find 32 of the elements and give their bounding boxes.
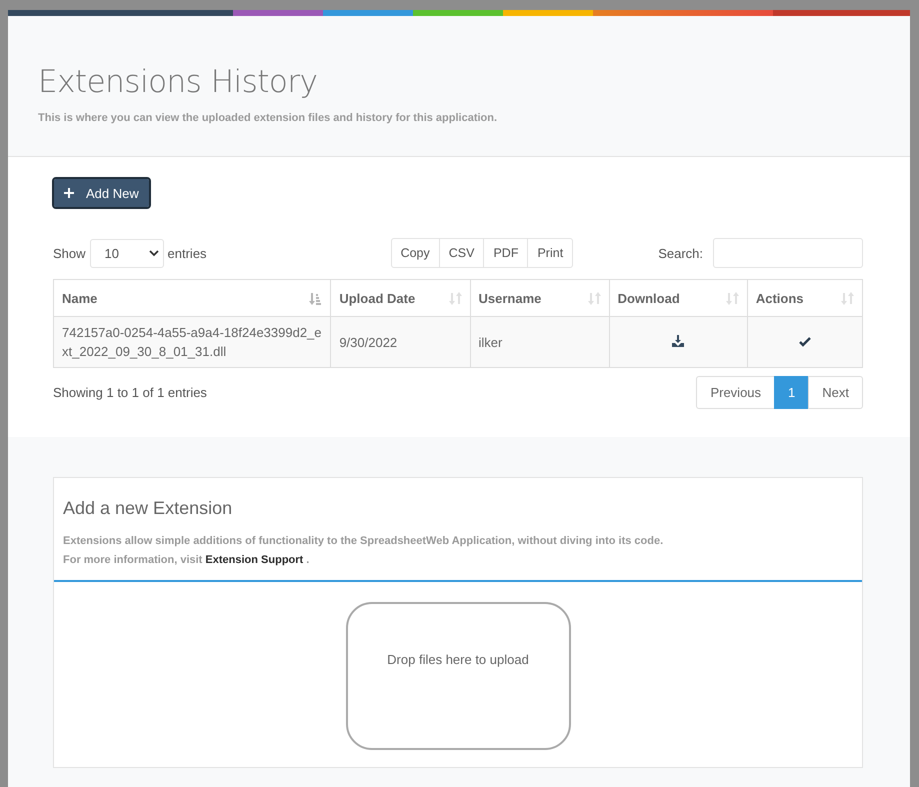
card-more-info: For more information, visit Extension Support . xyxy=(63,553,310,568)
export-button[interactable]: Print xyxy=(527,238,574,268)
column-header[interactable]: Download xyxy=(609,280,748,316)
table-cell: 742157a0-0254-4a55-a9a4-18f24e3399d2_ext_2022_09_30_8_01_31.dll xyxy=(54,316,331,368)
download-icon[interactable] xyxy=(672,334,684,346)
table-info: Showing 1 to 1 of 1 entries xyxy=(53,385,207,400)
file-dropzone[interactable]: Drop files here to upload xyxy=(346,602,570,750)
card-title: Add a new Extension xyxy=(63,498,234,519)
export-button[interactable]: PDF xyxy=(483,238,528,268)
export-button[interactable]: Copy xyxy=(390,238,440,268)
page-button[interactable]: Next xyxy=(808,376,863,409)
entries-label: entries xyxy=(168,246,207,260)
check-icon[interactable] xyxy=(798,336,811,346)
chevron-down-icon xyxy=(148,250,159,256)
table-cell: ilker xyxy=(470,316,610,368)
page-button[interactable]: 1 xyxy=(774,376,810,409)
column-header[interactable]: Username xyxy=(470,280,610,316)
modal-subtitle: This is where you can view the uploaded extension files and history for this application. xyxy=(38,112,498,124)
modal-title: Extensions History xyxy=(38,64,318,100)
export-button[interactable]: CSV xyxy=(438,238,484,268)
show-label: Show xyxy=(53,246,86,260)
search-label: Search: xyxy=(658,246,703,260)
add-new-button[interactable]: Add New xyxy=(53,178,150,208)
plus-icon xyxy=(64,188,74,198)
page-button[interactable]: Previous xyxy=(696,376,776,409)
entries-select[interactable]: 10 xyxy=(90,238,164,268)
table-cell: 9/30/2022 xyxy=(330,316,470,368)
search-field[interactable] xyxy=(713,238,863,268)
column-header[interactable]: Name xyxy=(54,280,331,316)
extension-support-link[interactable]: Extension Support xyxy=(205,554,304,566)
column-header[interactable]: Upload Date xyxy=(330,280,470,316)
card-description: Extensions allow simple additions of functionality to the SpreadsheetWeb Application, without diving into its code. xyxy=(63,534,664,549)
